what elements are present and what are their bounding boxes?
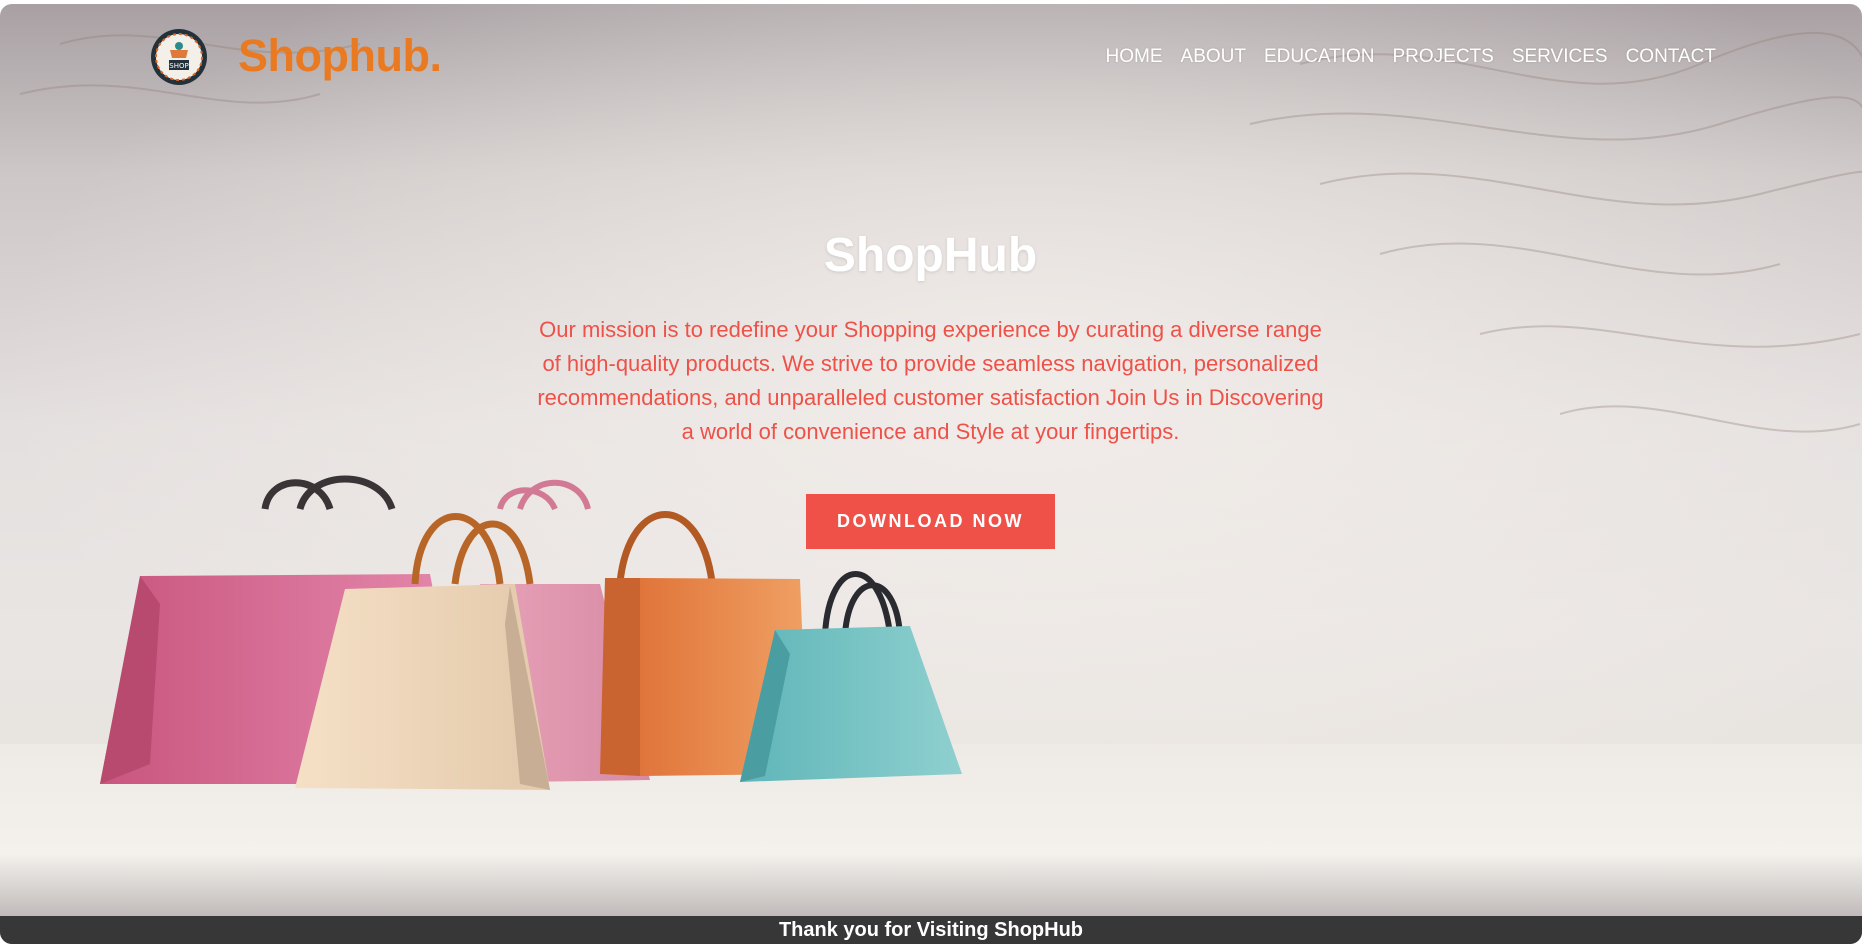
nav-projects[interactable]: PROJECTS [1392, 46, 1493, 68]
svg-text:SHOP: SHOP [169, 62, 188, 70]
footer-text: Thank you for Visiting ShopHub [778, 919, 1084, 941]
nav-education[interactable]: EDUCATION [1264, 46, 1374, 68]
download-now-button[interactable]: DOWNLOAD NOW [806, 494, 1055, 549]
brand-logo-text[interactable]: Shophub. [238, 30, 442, 82]
nav-home[interactable]: HOME [1106, 46, 1163, 68]
site-header: SHOP Shophub. HOME ABOUT EDUCATION PROJE… [0, 4, 1862, 114]
nav-about[interactable]: ABOUT [1181, 46, 1246, 68]
shophub-logo-icon[interactable]: SHOP [150, 28, 208, 86]
hero-title: ShopHub [823, 229, 1038, 282]
main-nav: HOME ABOUT EDUCATION PROJECTS SERVICES C… [1106, 46, 1716, 68]
hero-section: ShopHub Our mission is to redefine your … [530, 228, 1331, 549]
nav-contact[interactable]: CONTACT [1626, 46, 1716, 68]
hero-description: Our mission is to redefine your Shopping… [537, 317, 1324, 444]
nav-services[interactable]: SERVICES [1512, 46, 1608, 68]
page-window: SHOP Shophub. HOME ABOUT EDUCATION PROJE… [0, 4, 1862, 944]
footer-bar: Thank you for Visiting ShopHub [0, 916, 1862, 944]
